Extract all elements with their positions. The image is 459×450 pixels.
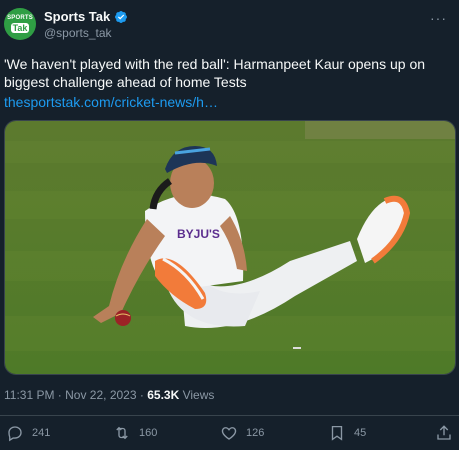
tweet-timestamp[interactable]: 11:31 PM · Nov 22, 2023 xyxy=(4,388,137,402)
bookmark-count: 45 xyxy=(354,427,367,439)
tweet-meta: 11:31 PM · Nov 22, 2023 · 65.3K Views xyxy=(4,388,215,402)
tweet-actions: 241 160 126 45 xyxy=(0,424,459,446)
like-button[interactable]: 126 xyxy=(220,424,264,442)
avatar-text-top: SPORTS xyxy=(7,15,33,21)
jersey-sponsor-text: BYJU'S xyxy=(177,227,220,241)
tweet-link[interactable]: thesportstak.com/cricket-news/h… xyxy=(4,94,218,110)
author-display-name[interactable]: Sports Tak xyxy=(44,9,110,24)
retweet-count: 160 xyxy=(139,427,158,439)
share-icon xyxy=(437,425,451,440)
views-label: Views xyxy=(182,388,215,402)
bookmark-button[interactable]: 45 xyxy=(328,424,366,442)
avatar[interactable]: SPORTS Tak xyxy=(4,8,36,40)
views-count: 65.3K xyxy=(147,388,180,402)
cricket-photo-illustration: BYJU'S xyxy=(5,121,455,374)
reply-button[interactable]: 241 xyxy=(6,424,50,442)
retweet-icon xyxy=(116,426,128,440)
tweet-image[interactable]: BYJU'S xyxy=(4,120,456,375)
author-handle[interactable]: @sports_tak xyxy=(44,26,112,40)
tweet-card[interactable]: SPORTS Tak Sports Tak @sports_tak ··· 'W… xyxy=(0,0,459,450)
reply-count: 241 xyxy=(32,427,51,439)
tweet-text: 'We haven't played with the red ball': H… xyxy=(4,56,426,90)
divider xyxy=(0,415,459,416)
avatar-text-bottom: Tak xyxy=(10,23,30,33)
bookmark-icon xyxy=(331,425,343,441)
heart-icon xyxy=(221,427,237,440)
verified-badge-icon xyxy=(115,10,128,23)
retweet-button[interactable]: 160 xyxy=(113,424,157,442)
author-name-row: Sports Tak xyxy=(44,9,128,24)
like-count: 126 xyxy=(246,427,265,439)
reply-icon xyxy=(8,426,22,442)
share-button[interactable] xyxy=(435,424,453,442)
more-options-icon[interactable]: ··· xyxy=(430,10,447,26)
